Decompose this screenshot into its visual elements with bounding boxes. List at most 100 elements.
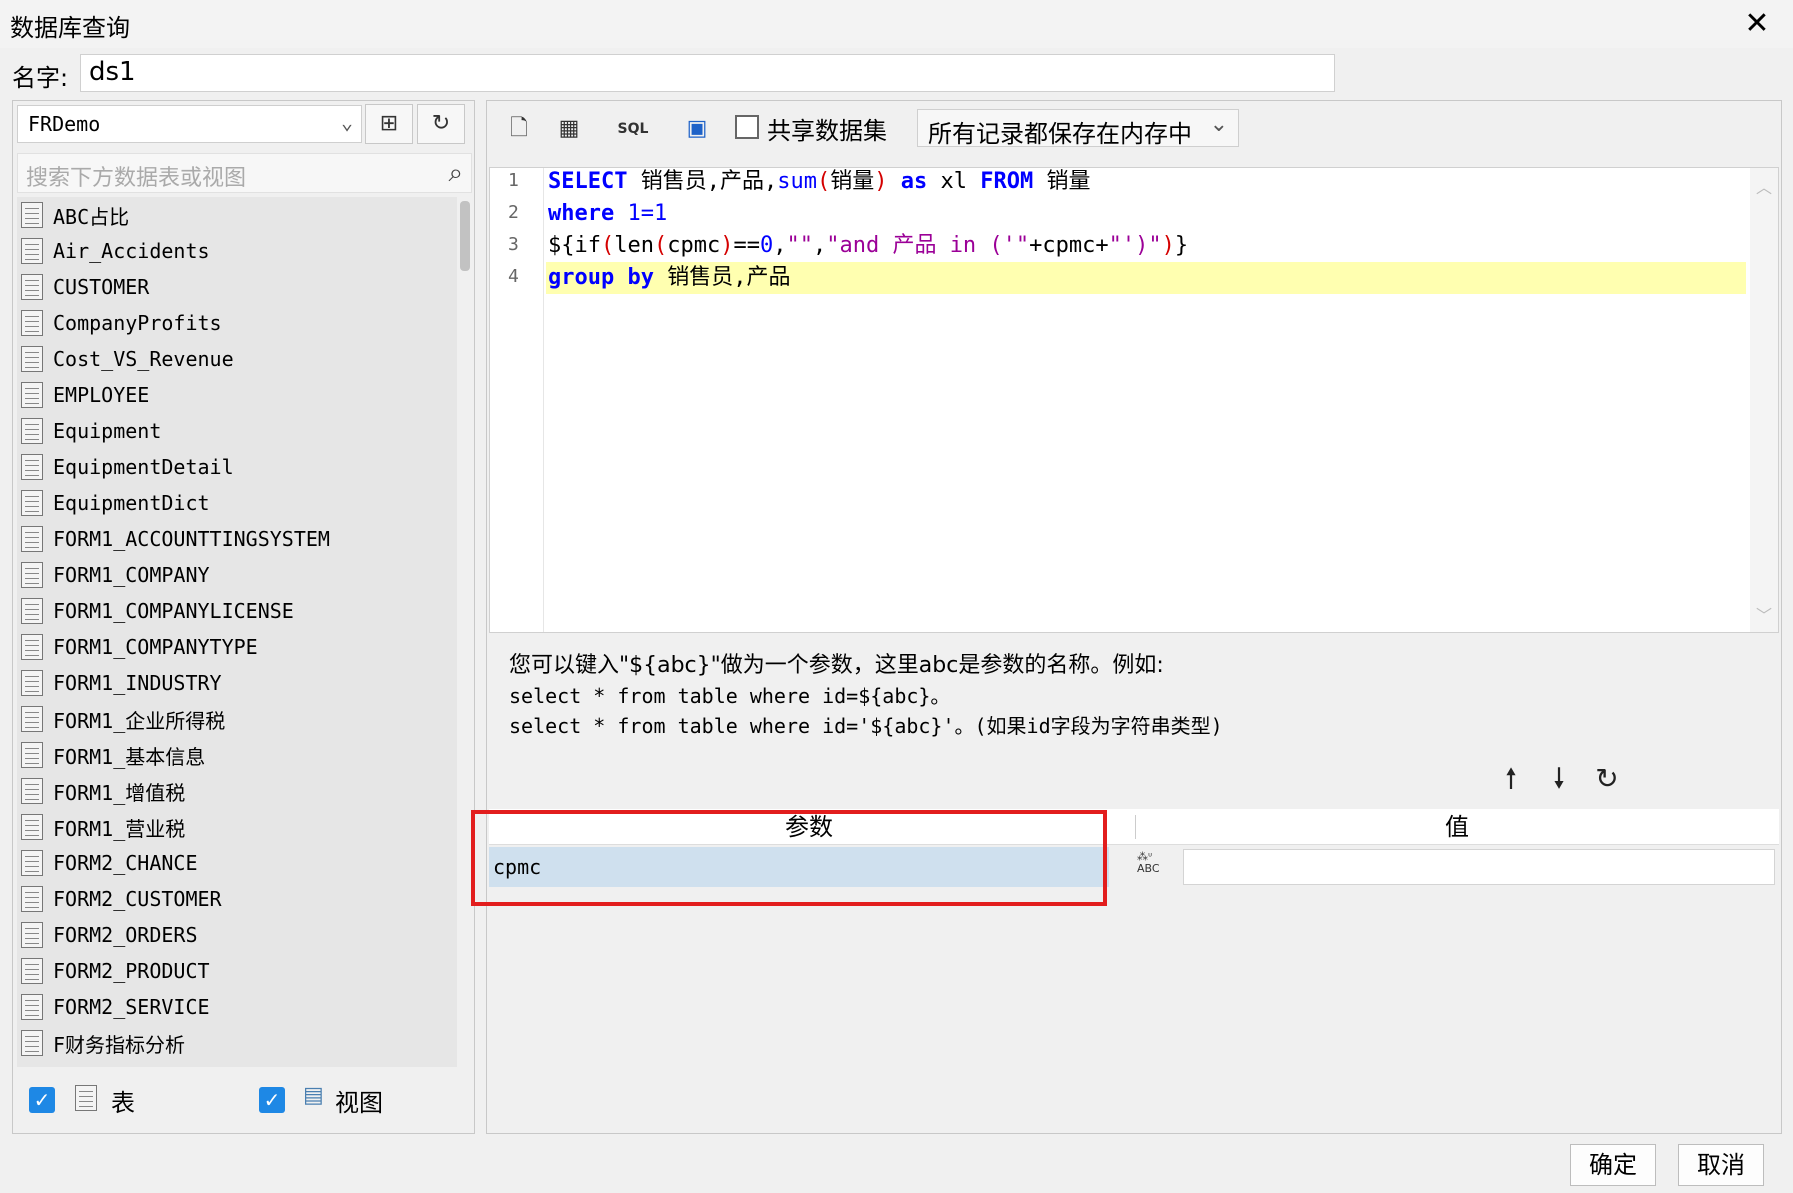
- scrollbar-thumb[interactable]: [460, 201, 470, 271]
- table-list-item[interactable]: CompanyProfits: [17, 305, 457, 341]
- line-gutter: 1 2 3 4: [490, 168, 544, 632]
- storage-mode-value: 所有记录都保存在内存中: [928, 120, 1192, 148]
- table-list-item[interactable]: FORM2_SERVICE: [17, 989, 457, 1025]
- table-list-item[interactable]: FORM1_基本信息: [17, 737, 457, 773]
- table-list-item[interactable]: EquipmentDict: [17, 485, 457, 521]
- table-list-item[interactable]: ABC占比: [17, 197, 457, 233]
- table-name: FORM1_COMPANYTYPE: [53, 635, 258, 659]
- param-value-input[interactable]: [1183, 849, 1775, 885]
- table-name: FORM1_COMPANY: [53, 563, 210, 587]
- table-list-item[interactable]: FORM2_CUSTOMER: [17, 881, 457, 917]
- view-filter-label: 视图: [335, 1089, 383, 1117]
- table-list-item[interactable]: FORM1_INDUSTRY: [17, 665, 457, 701]
- table-filter-checkbox[interactable]: ✓: [29, 1087, 55, 1113]
- chevron-down-icon: ⌄: [340, 110, 353, 134]
- hint-line-1: 您可以键入"${abc}"做为一个参数，这里abc是参数的名称。例如:: [509, 653, 1164, 678]
- search-placeholder: 搜索下方数据表或视图: [26, 166, 247, 191]
- scroll-down-icon[interactable]: ﹀: [1756, 602, 1772, 626]
- table-list-item[interactable]: Equipment: [17, 413, 457, 449]
- table-icon: [21, 310, 43, 336]
- table-icon: [21, 850, 43, 876]
- code-line-2: where 1=1: [548, 201, 668, 226]
- code-line-4: group by 销售员,产品: [546, 262, 1746, 294]
- table-list: ABC占比 Air_Accidents CUSTOMER CompanyProfits…: [17, 197, 457, 1067]
- code-line-3: ${if(len(cpmc)==0,"","and 产品 in ('"+cpmc…: [548, 233, 1189, 258]
- table-name: FORM2_CHANCE: [53, 851, 198, 875]
- table-name: FORM1_ACCOUNTTINGSYSTEM: [53, 527, 330, 551]
- table-icon: [21, 274, 43, 300]
- cancel-button[interactable]: 取消: [1678, 1144, 1764, 1186]
- table-list-item[interactable]: FORM1_营业税: [17, 809, 457, 845]
- table-list-item[interactable]: FORM1_增值税: [17, 773, 457, 809]
- refresh-params-icon[interactable]: ↻: [1589, 761, 1625, 797]
- line-number: 3: [508, 234, 519, 255]
- table-name: FORM1_基本信息: [53, 744, 206, 769]
- code-line-1: SELECT 销售员,产品,sum(销量) as xl FROM 销量: [548, 169, 1091, 194]
- save-icon[interactable]: ▣: [679, 111, 715, 147]
- table-list-item[interactable]: FORM2_CHANCE: [17, 845, 457, 881]
- table-icon: [21, 238, 43, 264]
- table-search-input[interactable]: 搜索下方数据表或视图 ⌕: [17, 153, 472, 193]
- table-list-item[interactable]: FORM1_COMPANYTYPE: [17, 629, 457, 665]
- preview-icon[interactable]: 🗋: [501, 111, 537, 147]
- table-row[interactable]: cpmc ⁂ᶸ ABC: [489, 847, 1779, 887]
- table-list-item[interactable]: FORM1_ACCOUNTTINGSYSTEM: [17, 521, 457, 557]
- column-divider: [1135, 815, 1136, 839]
- table-icon: [75, 1085, 97, 1111]
- table-list-item[interactable]: Air_Accidents: [17, 233, 457, 269]
- close-icon[interactable]: ✕: [1739, 6, 1775, 42]
- table-icon: [21, 814, 43, 840]
- table-icon: [21, 994, 43, 1020]
- connection-select[interactable]: FRDemo ⌄: [17, 105, 362, 143]
- sql-editor[interactable]: 1 2 3 4 SELECT 销售员,产品,sum(销量) as xl FROM…: [489, 167, 1779, 633]
- table-icon: [21, 706, 43, 732]
- param-name-cell[interactable]: cpmc: [489, 847, 1109, 887]
- parameter-table-header: 参数 值: [489, 809, 1779, 845]
- name-input[interactable]: ds1: [80, 54, 1335, 92]
- table-name: Cost_VS_Revenue: [53, 347, 234, 371]
- table-name: FORM2_CUSTOMER: [53, 887, 222, 911]
- table-list-item[interactable]: FORM2_ORDERS: [17, 917, 457, 953]
- sql-format-icon[interactable]: SQL: [615, 111, 651, 147]
- table-list-item[interactable]: EMPLOYEE: [17, 377, 457, 413]
- window-title: 数据库查询: [10, 14, 130, 42]
- refresh-icon[interactable]: ↻: [417, 104, 465, 144]
- table-list-item[interactable]: FORM1_COMPANY: [17, 557, 457, 593]
- search-icon[interactable]: ⌕: [448, 158, 463, 189]
- move-up-icon[interactable]: 🠕: [1493, 761, 1529, 797]
- table-icon: [21, 526, 43, 552]
- hint-line-2: select * from table where id=${abc}。: [509, 684, 951, 708]
- table-list-item[interactable]: F财务指标分析: [17, 1025, 457, 1061]
- sql-script-icon[interactable]: ▦: [551, 111, 587, 147]
- editor-scrollbar[interactable]: ︿ ﹀: [1750, 168, 1778, 632]
- table-filter-label: 表: [111, 1089, 135, 1117]
- table-list-item[interactable]: FORM2_PRODUCT: [17, 953, 457, 989]
- share-dataset-checkbox[interactable]: [735, 115, 759, 139]
- table-list-item[interactable]: Cost_VS_Revenue: [17, 341, 457, 377]
- table-icon: [21, 922, 43, 948]
- table-list-item[interactable]: FORM1_COMPANYLICENSE: [17, 593, 457, 629]
- query-panel: 🗋 ▦ SQL ▣ 共享数据集 所有记录都保存在内存中 ⌄ 1 2 3 4 SE…: [486, 100, 1782, 1134]
- table-name: FORM2_PRODUCT: [53, 959, 210, 983]
- table-name: CUSTOMER: [53, 275, 150, 299]
- name-label: 名字:: [12, 64, 69, 92]
- table-name: FORM1_营业税: [53, 816, 186, 841]
- table-name: FORM2_ORDERS: [53, 923, 198, 947]
- table-list-item[interactable]: EquipmentDetail: [17, 449, 457, 485]
- table-icon: [21, 634, 43, 660]
- table-list-item[interactable]: CUSTOMER: [17, 269, 457, 305]
- table-name: CompanyProfits: [53, 311, 222, 335]
- move-down-icon[interactable]: 🠗: [1541, 761, 1577, 797]
- table-list-scrollbar[interactable]: [457, 197, 473, 1067]
- table-list-item[interactable]: FORM1_企业所得税: [17, 701, 457, 737]
- preview-table-icon[interactable]: ⊞: [365, 104, 413, 144]
- param-type-icon[interactable]: ⁂ᶸ ABC: [1137, 847, 1177, 887]
- share-dataset-label: 共享数据集: [767, 117, 887, 145]
- storage-mode-select[interactable]: 所有记录都保存在内存中 ⌄: [917, 109, 1239, 148]
- table-icon: [21, 454, 43, 480]
- connection-value: FRDemo: [28, 112, 101, 136]
- scroll-up-icon[interactable]: ︿: [1756, 174, 1772, 198]
- view-filter-checkbox[interactable]: ✓: [259, 1087, 285, 1113]
- ok-button[interactable]: 确定: [1570, 1144, 1656, 1186]
- table-icon: [21, 742, 43, 768]
